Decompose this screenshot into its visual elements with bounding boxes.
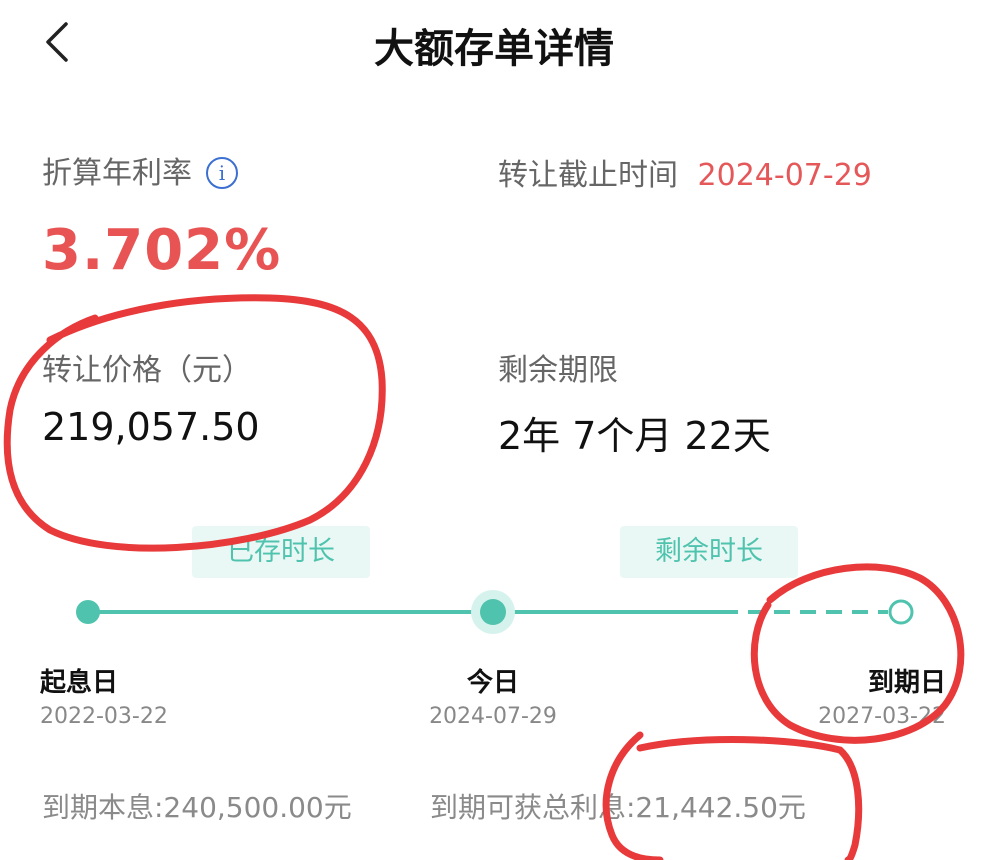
rate-label: 折算年利率 — [42, 156, 192, 191]
deadline-value: 2024-07-29 — [697, 158, 872, 193]
rate-value: 3.702% — [42, 218, 282, 283]
timeline-track — [76, 590, 914, 634]
elapsed-tag: 已存时长 — [192, 526, 370, 578]
start-dot — [76, 600, 100, 624]
price-value: 219,057.50 — [42, 405, 260, 449]
rate-label-row: 折算年利率 i — [42, 148, 238, 192]
total-interest: 到期可获总利息:21,442.50元 — [430, 791, 806, 824]
deadline-row: 转让截止时间 2024-07-29 — [498, 150, 872, 194]
remaining-tag: 剩余时长 — [620, 526, 798, 578]
price-label: 转让价格（元） — [42, 353, 252, 388]
today-dot — [480, 599, 506, 625]
deadline-label: 转让截止时间 — [498, 158, 678, 193]
start-date: 2022-03-22 — [40, 704, 168, 729]
start-label: 起息日 — [40, 668, 119, 698]
remaining-term-value: 2年 7个月 22天 — [498, 414, 771, 458]
today-date: 2024-07-29 — [429, 704, 557, 729]
maturity-label: 到期日 — [867, 668, 946, 698]
maturity-dot — [888, 599, 914, 625]
maturity-date: 2027-03-22 — [818, 704, 946, 729]
remaining-term-label: 剩余期限 — [498, 353, 618, 388]
page-title: 大额存单详情 — [374, 26, 614, 72]
maturity-total: 到期本息:240,500.00元 — [42, 791, 352, 824]
info-icon[interactable]: i — [206, 157, 238, 189]
today-label: 今日 — [466, 668, 519, 698]
